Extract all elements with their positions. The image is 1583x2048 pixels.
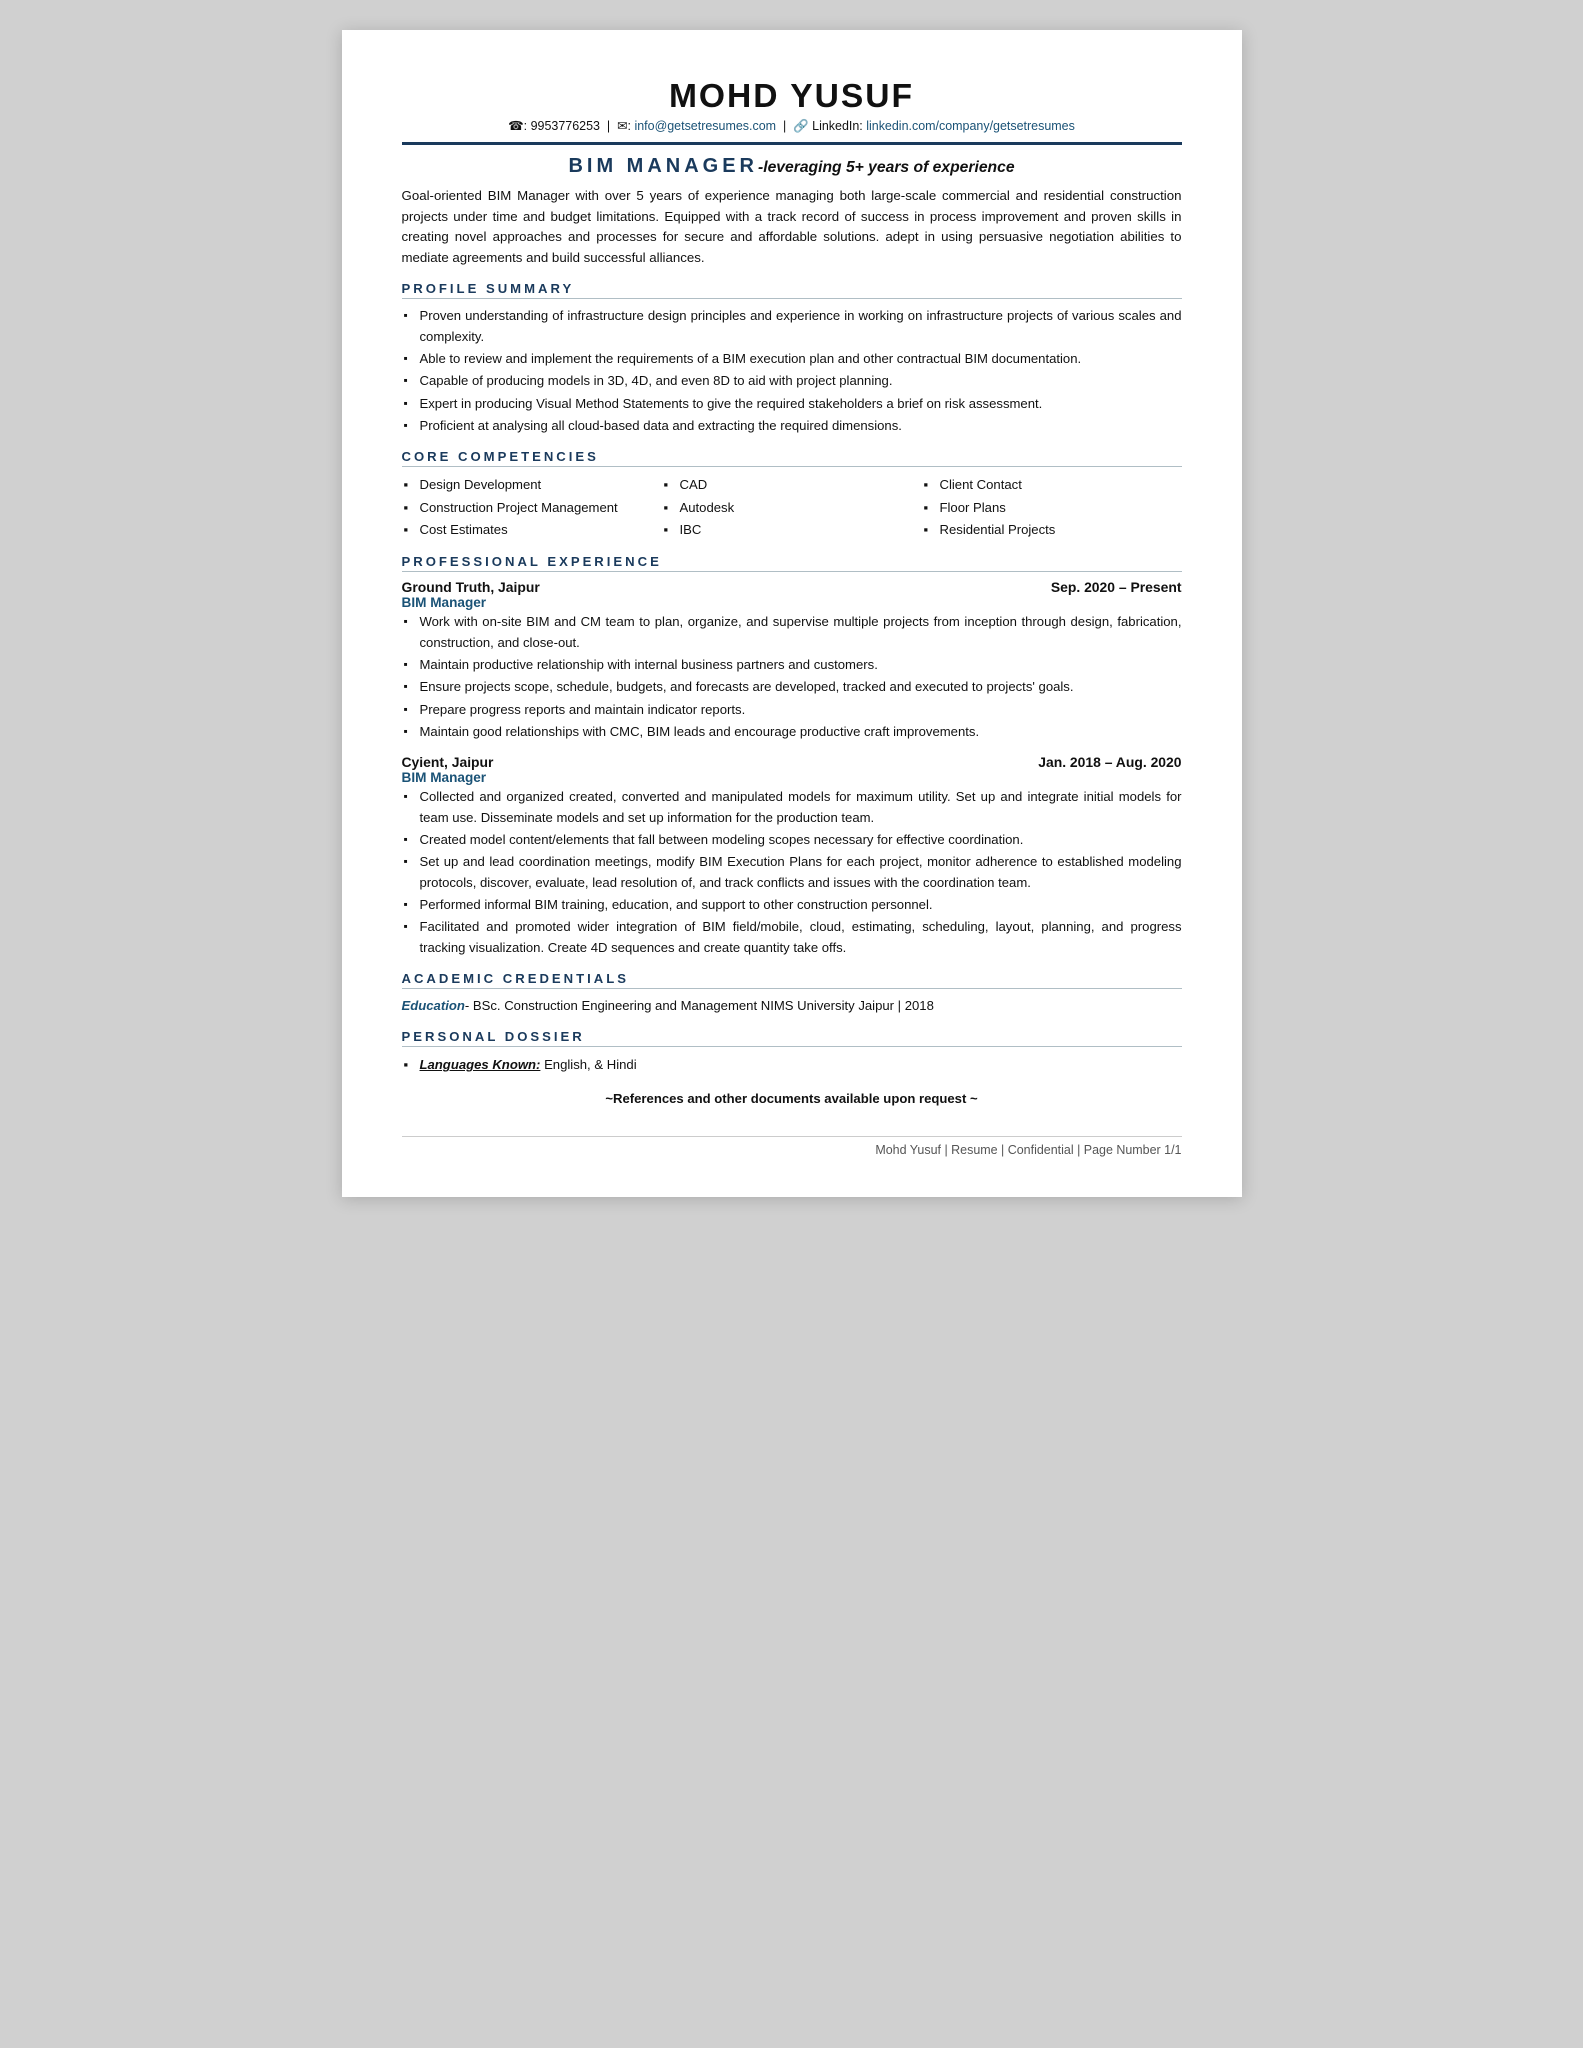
list-item: Capable of producing models in 3D, 4D, a… bbox=[402, 371, 1182, 391]
summary-text: Goal-oriented BIM Manager with over 5 ye… bbox=[402, 186, 1182, 268]
job-title-block: BIM MANAGER-leveraging 5+ years of exper… bbox=[402, 155, 1182, 178]
comp-item: Floor Plans bbox=[922, 497, 1182, 519]
list-item: Collected and organized created, convert… bbox=[402, 787, 1182, 828]
email-link[interactable]: info@getsetresumes.com bbox=[634, 119, 776, 133]
list-item: Set up and lead coordination meetings, m… bbox=[402, 852, 1182, 893]
list-item: Created model content/elements that fall… bbox=[402, 830, 1182, 850]
exp-dates: Sep. 2020 – Present bbox=[1051, 579, 1182, 595]
list-item: Maintain good relationships with CMC, BI… bbox=[402, 722, 1182, 742]
comp-item: CAD bbox=[662, 474, 922, 496]
list-item: Proven understanding of infrastructure d… bbox=[402, 306, 1182, 347]
candidate-name: MOHD YUSUF bbox=[402, 78, 1182, 116]
exp-bullet-list: Work with on-site BIM and CM team to pla… bbox=[402, 612, 1182, 742]
exp-entry-2: Cyient, Jaipur Jan. 2018 – Aug. 2020 BIM… bbox=[402, 754, 1182, 958]
phone-label: ☎: 9953776253 bbox=[508, 119, 600, 133]
list-item: Prepare progress reports and maintain in… bbox=[402, 700, 1182, 720]
job-title: BIM MANAGER bbox=[568, 155, 758, 177]
core-competencies-heading: CORE COMPETENCIES bbox=[402, 449, 1182, 467]
top-divider bbox=[402, 142, 1182, 145]
academic-credentials-heading: ACADEMIC CREDENTIALS bbox=[402, 971, 1182, 989]
comp-item: Client Contact bbox=[922, 474, 1182, 496]
exp-role: BIM Manager bbox=[402, 595, 1182, 610]
profile-summary-heading: PROFILE SUMMARY bbox=[402, 281, 1182, 299]
list-item: Expert in producing Visual Method Statem… bbox=[402, 394, 1182, 414]
academic-text: Education- BSc. Construction Engineering… bbox=[402, 996, 1182, 1016]
personal-dossier-heading: PERSONAL DOSSIER bbox=[402, 1029, 1182, 1047]
professional-experience-heading: PROFESSIONAL EXPERIENCE bbox=[402, 554, 1182, 572]
list-item: Proficient at analysing all cloud-based … bbox=[402, 416, 1182, 436]
list-item: Work with on-site BIM and CM team to pla… bbox=[402, 612, 1182, 653]
comp-item: Cost Estimates bbox=[402, 519, 662, 541]
email-icon: ✉: bbox=[617, 119, 631, 133]
comp-col-2: CAD Autodesk IBC bbox=[662, 474, 922, 541]
list-item: Able to review and implement the require… bbox=[402, 349, 1182, 369]
linkedin-label: LinkedIn: bbox=[812, 119, 863, 133]
linkedin-icon: 🔗 bbox=[793, 119, 809, 133]
comp-item: Design Development bbox=[402, 474, 662, 496]
exp-entry-1: Ground Truth, Jaipur Sep. 2020 – Present… bbox=[402, 579, 1182, 742]
competencies-grid: Design Development Construction Project … bbox=[402, 474, 1182, 541]
comp-col-1: Design Development Construction Project … bbox=[402, 474, 662, 541]
languages-item: Languages Known: English, & Hindi bbox=[402, 1054, 1182, 1076]
exp-dates: Jan. 2018 – Aug. 2020 bbox=[1038, 754, 1181, 770]
education-text: - BSc. Construction Engineering and Mana… bbox=[465, 998, 934, 1013]
list-item: Facilitated and promoted wider integrati… bbox=[402, 917, 1182, 958]
languages-value: English, & Hindi bbox=[544, 1057, 637, 1072]
education-label: Education bbox=[402, 998, 465, 1013]
profile-summary-list: Proven understanding of infrastructure d… bbox=[402, 306, 1182, 436]
linkedin-link[interactable]: linkedin.com/company/getsetresumes bbox=[866, 119, 1075, 133]
exp-bullet-list: Collected and organized created, convert… bbox=[402, 787, 1182, 958]
job-title-tagline: -leveraging 5+ years of experience bbox=[758, 159, 1015, 176]
comp-item: Residential Projects bbox=[922, 519, 1182, 541]
list-item: Performed informal BIM training, educati… bbox=[402, 895, 1182, 915]
resume-page: MOHD YUSUF ☎: 9953776253 | ✉: info@getse… bbox=[342, 30, 1242, 1197]
exp-role: BIM Manager bbox=[402, 770, 1182, 785]
comp-item: IBC bbox=[662, 519, 922, 541]
exp-header-row: Cyient, Jaipur Jan. 2018 – Aug. 2020 bbox=[402, 754, 1182, 770]
references-text: ~References and other documents availabl… bbox=[402, 1091, 1182, 1106]
exp-company: Cyient, Jaipur bbox=[402, 754, 494, 770]
exp-company: Ground Truth, Jaipur bbox=[402, 579, 540, 595]
list-item: Ensure projects scope, schedule, budgets… bbox=[402, 677, 1182, 697]
contact-info: ☎: 9953776253 | ✉: info@getsetresumes.co… bbox=[402, 118, 1182, 134]
comp-item: Construction Project Management bbox=[402, 497, 662, 519]
header-section: MOHD YUSUF ☎: 9953776253 | ✉: info@getse… bbox=[402, 78, 1182, 134]
list-item: Maintain productive relationship with in… bbox=[402, 655, 1182, 675]
exp-header-row: Ground Truth, Jaipur Sep. 2020 – Present bbox=[402, 579, 1182, 595]
page-footer: Mohd Yusuf | Resume | Confidential | Pag… bbox=[402, 1136, 1182, 1157]
comp-col-3: Client Contact Floor Plans Residential P… bbox=[922, 474, 1182, 541]
languages-label: Languages Known: bbox=[420, 1057, 541, 1072]
comp-item: Autodesk bbox=[662, 497, 922, 519]
